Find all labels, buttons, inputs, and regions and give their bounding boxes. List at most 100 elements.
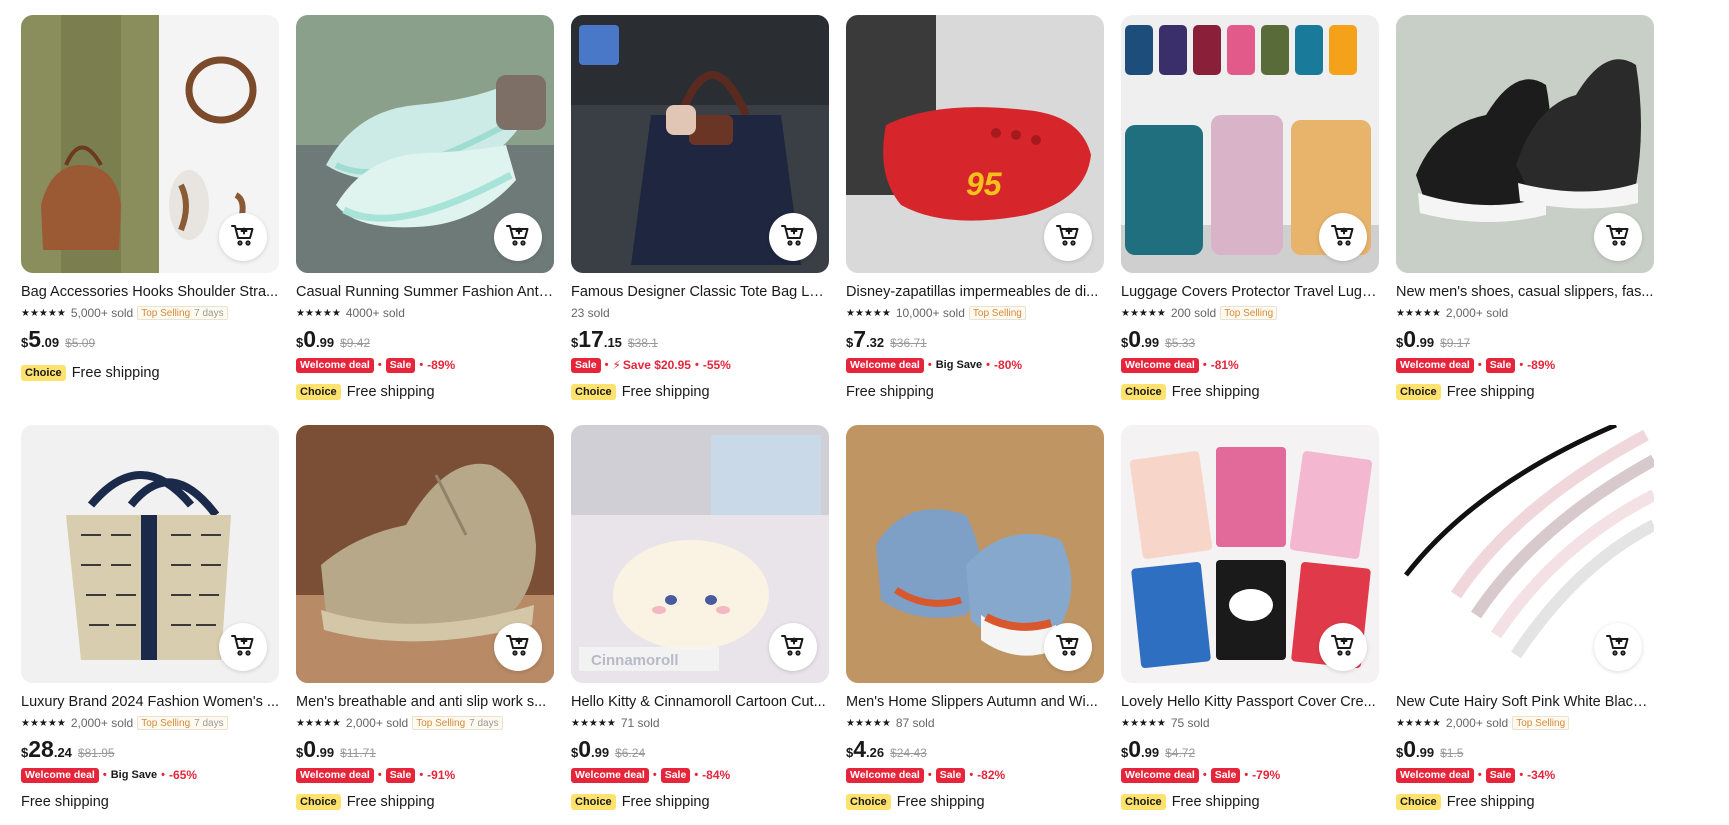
product-image[interactable]	[296, 15, 554, 273]
price-integer: 0	[1128, 326, 1142, 352]
product-title[interactable]: Men's breathable and anti slip work s...	[296, 692, 554, 712]
currency-symbol: $	[1396, 745, 1404, 760]
star-rating-icon: ★★★★★	[1396, 307, 1441, 319]
product-title[interactable]: Luggage Covers Protector Travel Lugg...	[1121, 282, 1379, 302]
product-title[interactable]: Men's Home Slippers Autumn and Wi...	[846, 692, 1104, 712]
product-title[interactable]: New men's shoes, casual slippers, fas...	[1396, 282, 1654, 302]
original-price: $9.17	[1440, 336, 1471, 350]
deal-badge: Welcome deal	[1396, 357, 1474, 373]
add-to-cart-button[interactable]	[1044, 213, 1092, 261]
product-card[interactable]: New Cute Hairy Soft Pink White Black ...…	[1396, 425, 1654, 825]
product-title[interactable]: Casual Running Summer Fashion Anti-...	[296, 282, 554, 302]
product-title[interactable]: Hello Kitty & Cinnamoroll Cartoon Cut...	[571, 692, 829, 712]
product-title[interactable]: New Cute Hairy Soft Pink White Black ...	[1396, 692, 1654, 712]
separator-dot: •	[986, 359, 991, 371]
price-integer: 7	[853, 326, 867, 352]
price-decimal: .32	[866, 335, 885, 350]
product-card[interactable]: Famous Designer Classic Tote Bag Lo... 23…	[571, 15, 829, 415]
price: $ 0 .99 $6.24	[571, 737, 829, 763]
separator-dot: •	[652, 769, 657, 781]
separator-dot: •	[694, 769, 699, 781]
product-image[interactable]	[1121, 15, 1379, 273]
add-to-cart-button[interactable]	[494, 623, 542, 671]
sale-badge: Sale	[1485, 357, 1516, 373]
price: $ 0 .99 $1.5	[1396, 737, 1654, 763]
original-price: $6.24	[615, 746, 646, 760]
product-image[interactable]	[21, 425, 279, 683]
sale-badge: Sale	[1485, 767, 1516, 783]
product-card[interactable]: Cinnamoroll Hello Kitty & Cinnamoroll Ca…	[571, 425, 829, 825]
product-card[interactable]: Luggage Covers Protector Travel Lugg... ★…	[1121, 15, 1379, 415]
shipping-text: Free shipping	[846, 384, 934, 400]
currency-symbol: $	[1396, 335, 1404, 350]
product-card[interactable]: Men's Home Slippers Autumn and Wi... ★★★★…	[846, 425, 1104, 825]
add-to-cart-icon	[780, 222, 806, 253]
price-decimal: .99	[1416, 745, 1435, 760]
choice-badge: Choice	[571, 384, 616, 400]
star-rating-icon: ★★★★★	[571, 717, 616, 729]
product-image[interactable]: 95	[846, 15, 1104, 273]
choice-badge: Choice	[296, 384, 341, 400]
product-title[interactable]: Disney-zapatillas impermeables de di...	[846, 282, 1104, 302]
shipping-row: Choice Free shipping	[21, 363, 279, 383]
deal-row: Welcome deal • Sale • -79%	[1121, 766, 1379, 784]
shipping-text: Free shipping	[346, 794, 435, 810]
product-image[interactable]	[846, 425, 1104, 683]
product-image[interactable]	[571, 15, 829, 273]
add-to-cart-button[interactable]	[494, 213, 542, 261]
original-price: $38.1	[627, 336, 658, 350]
product-card[interactable]: Bag Accessories Hooks Shoulder Stra... ★★…	[21, 15, 279, 415]
add-to-cart-button[interactable]	[219, 213, 267, 261]
price-integer: 0	[1403, 736, 1417, 762]
discount-percent: -81%	[1210, 358, 1239, 372]
top-selling-badge: Top Selling 7 days	[412, 716, 503, 730]
product-image[interactable]: Cinnamoroll	[571, 425, 829, 683]
product-image[interactable]	[21, 15, 279, 273]
price-integer: 0	[303, 326, 317, 352]
product-title[interactable]: Famous Designer Classic Tote Bag Lo...	[571, 282, 829, 302]
top-selling-days: 7 days	[469, 717, 499, 729]
original-price: $9.42	[340, 336, 371, 350]
deal-row: Welcome deal • Sale • -89%	[296, 356, 554, 374]
separator-dot: •	[161, 769, 166, 781]
deal-row: Welcome deal • Big Save • -80%	[846, 356, 1104, 374]
product-card[interactable]: 95 Disney-zapatillas impermeables de di.…	[846, 15, 1104, 415]
product-image[interactable]	[1396, 15, 1654, 273]
price-integer: 0	[1403, 326, 1417, 352]
product-card[interactable]: New men's shoes, casual slippers, fas...…	[1396, 15, 1654, 415]
add-to-cart-button[interactable]	[1319, 213, 1367, 261]
price: $ 0 .99 $5.33	[1121, 327, 1379, 353]
separator-dot: •	[969, 769, 974, 781]
rating-row: ★★★★★ 2,000+ sold Top Selling 7 days	[21, 714, 279, 732]
add-to-cart-button[interactable]	[769, 623, 817, 671]
product-card[interactable]: Lovely Hello Kitty Passport Cover Cre...…	[1121, 425, 1379, 825]
add-to-cart-icon	[1330, 222, 1356, 253]
separator-dot: •	[1519, 769, 1524, 781]
product-title[interactable]: Bag Accessories Hooks Shoulder Stra...	[21, 282, 279, 302]
price-integer: 5	[28, 326, 42, 352]
original-price: $4.72	[1165, 746, 1196, 760]
discount-percent: -65%	[169, 768, 198, 782]
product-image[interactable]	[296, 425, 554, 683]
add-to-cart-button[interactable]	[1594, 623, 1642, 671]
add-to-cart-button[interactable]	[769, 213, 817, 261]
product-title[interactable]: Lovely Hello Kitty Passport Cover Cre...	[1121, 692, 1379, 712]
shipping-text: Free shipping	[896, 794, 985, 810]
separator-dot: •	[927, 769, 932, 781]
choice-badge: Choice	[296, 794, 341, 810]
price-decimal: .09	[41, 335, 60, 350]
add-to-cart-button[interactable]	[1594, 213, 1642, 261]
original-price: $11.71	[340, 746, 376, 760]
product-image[interactable]	[1121, 425, 1379, 683]
product-card[interactable]: Men's breathable and anti slip work s...…	[296, 425, 554, 825]
add-to-cart-button[interactable]	[219, 623, 267, 671]
product-image[interactable]	[1396, 425, 1654, 683]
price-decimal: .99	[591, 745, 610, 760]
add-to-cart-button[interactable]	[1319, 623, 1367, 671]
shipping-row: Choice Free shipping	[1121, 792, 1379, 812]
add-to-cart-button[interactable]	[1044, 623, 1092, 671]
product-card[interactable]: Casual Running Summer Fashion Anti-... ★★…	[296, 15, 554, 415]
product-card[interactable]: Luxury Brand 2024 Fashion Women's ... ★★★…	[21, 425, 279, 825]
deal-row: Welcome deal • -81%	[1121, 356, 1379, 374]
product-title[interactable]: Luxury Brand 2024 Fashion Women's ...	[21, 692, 279, 712]
